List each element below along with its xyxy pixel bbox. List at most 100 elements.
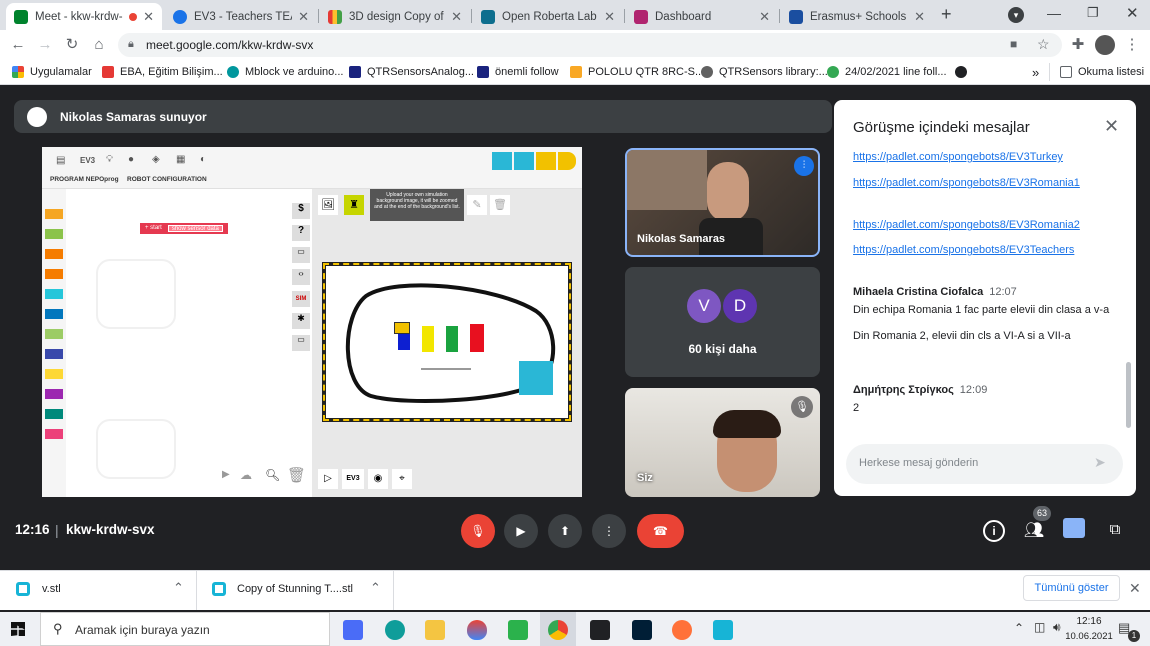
ev3-sim-button[interactable]: EV3 [342,469,364,489]
file-explorer-icon[interactable] [425,620,445,640]
run-icon[interactable]: ▶ [222,469,230,480]
category-messages[interactable] [45,409,63,419]
home-icon[interactable]: ⌂ [89,35,109,55]
reading-list[interactable]: Okuma listesi [1060,64,1144,80]
zoom-icon[interactable]: 🔍︎ [265,468,280,482]
message-icon[interactable]: ▭ [292,335,310,351]
tinkercad-app-icon[interactable] [713,620,733,640]
windows-start-icon[interactable] [11,622,25,636]
category-extra[interactable] [45,429,63,439]
robot-configuration-tab[interactable]: ROBOT CONFIGURATION [127,176,207,183]
simulated-robot[interactable] [394,322,410,334]
image-upload-icon[interactable]: 🖼︎ [318,195,338,215]
close-tab-icon[interactable]: ✕ [914,9,925,25]
store-icon[interactable] [590,620,610,640]
bookmark-qtrsensors-analog[interactable]: QTRSensorsAnalog... [349,64,474,80]
robot-icon[interactable]: ♜ [344,195,364,215]
photoshop-icon[interactable] [632,620,652,640]
paint-icon[interactable] [467,620,487,640]
participants-icon[interactable]: 👥︎ [1022,518,1046,542]
chat-link[interactable]: https://padlet.com/spongebots8/EV3Teache… [853,244,1074,256]
dollar-icon[interactable]: $ [292,203,310,219]
globe-icon[interactable]: ◐ [200,154,206,165]
download-item[interactable]: Copy of Stunning T....stl ⌃ [198,571,394,610]
category-text[interactable] [45,309,63,319]
simulation-canvas[interactable] [322,262,572,422]
download-item[interactable]: v.stl ⌃ [0,571,197,610]
address-bar[interactable]: 🔒︎ meet.google.com/kkw-krdw-svx ■ ☆ [118,33,1062,57]
gallery-icon[interactable]: ◈ [152,154,160,165]
clock-date[interactable]: 10.06.2021 [1055,631,1123,642]
chat-link[interactable]: https://padlet.com/spongebots8/EV3Romani… [853,177,1080,189]
code-icon[interactable]: ‹› [292,269,310,285]
bookmark-onemli-follow[interactable]: önemli follow [477,64,559,80]
user-icon[interactable]: ● [128,154,134,165]
program-tab[interactable]: PROGRAM NEPOprog [50,176,119,183]
help-icon[interactable]: ? [292,225,310,241]
menu-icon[interactable]: ⋮ [1122,35,1142,55]
tile-nikolas-samaras[interactable]: ⫶ Nikolas Samaras [625,148,820,257]
program-workspace[interactable]: + start show sensor data ▶ ☁ 🔍︎ 🗑︎ [66,189,312,497]
firefox-icon[interactable] [672,620,692,640]
close-window-icon[interactable]: ✕ [1126,4,1139,22]
edit-icon[interactable]: ✎ [467,195,487,215]
profile-avatar[interactable] [1095,35,1115,55]
category-variables[interactable] [45,369,63,379]
extensions-icon[interactable]: ✚ [1068,35,1088,55]
cloud-upload-icon[interactable]: ☁ [240,468,252,482]
tab-dashboard[interactable]: Dashboard ✕ [626,3,778,30]
bookmark-eba[interactable]: EBA, Eğitim Bilişim... [102,64,223,80]
mic-toggle-button[interactable]: 🎙︎ [461,514,495,548]
forward-icon[interactable]: → [35,35,55,55]
close-tab-icon[interactable]: ✕ [143,9,154,25]
end-call-button[interactable]: ☎ [637,514,684,548]
bookmark-extra[interactable] [955,64,973,80]
show-sensor-data-block[interactable]: show sensor data [167,225,223,232]
codewise-icon[interactable] [508,620,528,640]
tab-search-icon[interactable]: ▾ [1008,7,1024,23]
category-math[interactable] [45,289,63,299]
close-tab-icon[interactable]: ✕ [759,9,770,25]
location-icon[interactable]: ⌖ [392,469,412,489]
close-tab-icon[interactable]: ✕ [298,9,309,25]
meeting-info-icon[interactable]: i [983,520,1005,542]
send-icon[interactable]: ➤ [1094,454,1106,471]
tile-self[interactable]: 🎙︎ Siz [625,388,820,497]
close-chat-icon[interactable]: ✕ [1104,116,1119,137]
bookmark-line-follow[interactable]: 24/02/2021 line foll... [827,64,947,80]
trash-icon[interactable]: 🗑︎ [287,466,306,484]
start-block[interactable]: + start show sensor data [140,223,228,234]
present-button[interactable]: ⬆ [548,514,582,548]
chat-scrollbar[interactable] [1126,362,1131,428]
tile-others[interactable]: V D 60 kişi daha [625,267,820,377]
category-colours[interactable] [45,349,63,359]
bookmark-pololu-qtr[interactable]: POLOLU QTR 8RC-S... [570,64,704,80]
show-all-downloads-button[interactable]: Tümünü göster [1023,575,1120,601]
chat-link[interactable]: https://padlet.com/spongebots8/EV3Turkey [853,151,1063,163]
clock-time[interactable]: 12:16 [1067,616,1111,627]
bookmarks-overflow[interactable]: » [1032,64,1039,80]
activities-icon[interactable]: ⧉ [1104,518,1126,540]
camera-toggle-button[interactable]: ▶ [504,514,538,548]
comment-icon[interactable]: ▭ [292,247,310,263]
category-lists[interactable] [45,329,63,339]
restore-icon[interactable]: ❐ [1087,5,1099,21]
tab-erasmus[interactable]: Erasmus+ Schools Coo ✕ [781,3,933,30]
close-downloads-icon[interactable]: ✕ [1129,580,1141,597]
edge-icon[interactable] [385,620,405,640]
zoom-app-icon[interactable] [343,620,363,640]
tray-chevron-icon[interactable]: ⌃ [1014,621,1024,635]
tab-ev3-teachers[interactable]: EV3 - Teachers TEAM ✕ [165,3,317,30]
file-icon[interactable]: ▤ [56,155,65,166]
category-functions[interactable] [45,389,63,399]
tab-open-roberta[interactable]: Open Roberta Lab ✕ [473,3,623,30]
network-icon[interactable]: ◫ [1034,620,1045,634]
bulb-icon[interactable]: 💡︎ [106,154,113,165]
chat-link[interactable]: https://padlet.com/spongebots8/EV3Romani… [853,219,1080,231]
close-tab-icon[interactable]: ✕ [451,9,462,25]
ev3-menu[interactable]: EV3 [80,156,95,165]
download-menu-icon[interactable]: ⌃ [173,580,184,596]
bookmark-apps[interactable]: Uygulamalar [12,64,92,80]
delete-icon[interactable]: 🗑︎ [490,195,510,215]
bookmark-star-icon[interactable]: ☆ [1037,36,1050,53]
